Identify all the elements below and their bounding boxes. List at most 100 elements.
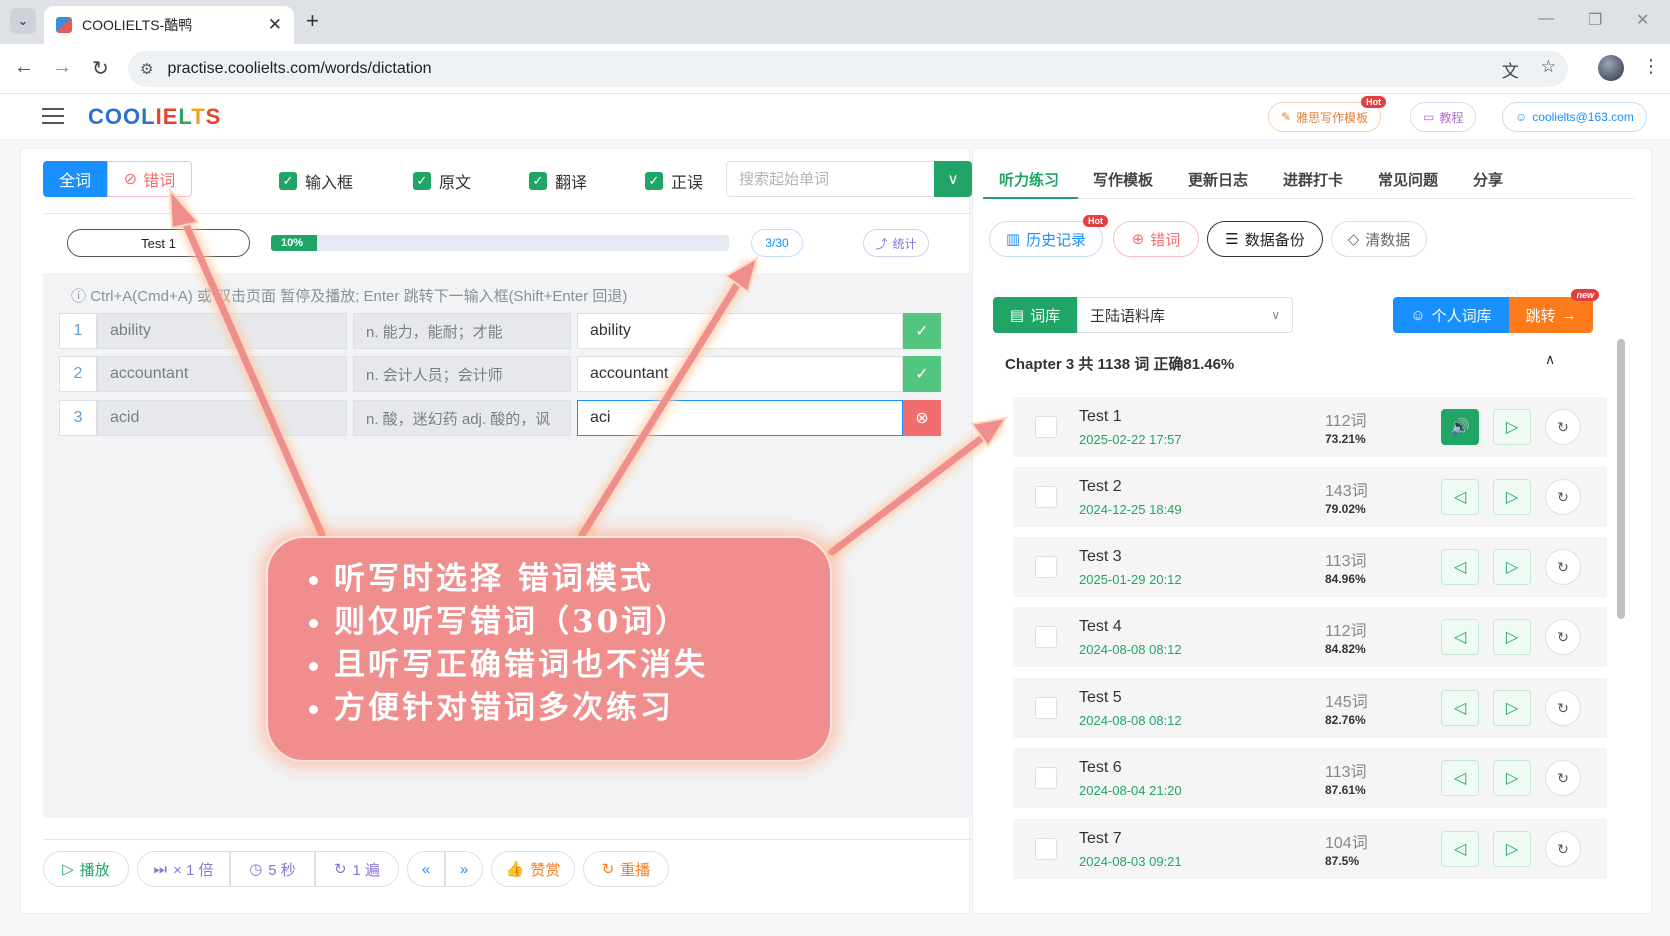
file-play-icon[interactable]: ▷ xyxy=(1493,619,1531,655)
library-label-button[interactable]: ▤ 词库 xyxy=(993,297,1077,333)
speaker-icon[interactable]: ◁ xyxy=(1441,619,1479,655)
test-date: 2024-08-03 09:21 xyxy=(1079,854,1182,869)
start-word-search-input[interactable] xyxy=(726,161,954,197)
checkbox-original[interactable]: ✓ 原文 xyxy=(413,169,471,193)
file-play-icon[interactable]: ▷ xyxy=(1493,479,1531,515)
translate-icon[interactable]: 文 xyxy=(1502,57,1519,82)
restore-icon[interactable]: ❐ xyxy=(1588,10,1602,30)
chevron-up-icon[interactable]: ∧ xyxy=(1545,351,1555,368)
speaker-icon[interactable]: 🔊 xyxy=(1441,409,1479,445)
test-selector[interactable]: Test 1 xyxy=(67,229,250,257)
jump-label: 跳转 xyxy=(1525,307,1556,325)
all-words-button[interactable]: 全词 xyxy=(43,161,107,197)
jump-button[interactable]: 跳转 → new xyxy=(1509,289,1599,333)
test-item[interactable]: Test 2 2024-12-25 18:49 143词 79.02% ◁ ▷ ↻ xyxy=(1013,467,1607,527)
profile-avatar[interactable] xyxy=(1598,55,1624,81)
test-checkbox[interactable] xyxy=(1035,556,1057,578)
clear-data-button[interactable]: ◇ 清数据 xyxy=(1331,221,1427,257)
speaker-icon[interactable]: ◁ xyxy=(1441,760,1479,796)
tutorial-button[interactable]: ▭ 教程 xyxy=(1410,102,1477,132)
coolielts-logo[interactable]: COOLIELTS xyxy=(88,104,221,130)
file-play-icon[interactable]: ▷ xyxy=(1493,831,1531,867)
test-word-count: 112词 xyxy=(1325,413,1367,430)
interval-button[interactable]: ◷ 5 秒 xyxy=(230,851,315,887)
answer-input[interactable] xyxy=(577,400,903,436)
speaker-icon[interactable]: ◁ xyxy=(1441,831,1479,867)
tab-listening[interactable]: 听力练习 xyxy=(999,169,1059,190)
wrong-words-button[interactable]: ⊘ 错词 xyxy=(107,161,192,197)
refresh-icon[interactable]: ↻ xyxy=(1545,549,1581,585)
test-checkbox[interactable] xyxy=(1035,838,1057,860)
backup-button[interactable]: ☰ 数据备份 xyxy=(1207,221,1323,257)
site-info-icon[interactable]: ⚙ xyxy=(140,60,153,78)
refresh-icon[interactable]: ↻ xyxy=(1545,760,1581,796)
test-item[interactable]: Test 3 2025-01-29 20:12 113词 84.96% ◁ ▷ ↻ xyxy=(1013,537,1607,597)
refresh-icon[interactable]: ↻ xyxy=(1545,831,1581,867)
file-play-icon[interactable]: ▷ xyxy=(1493,690,1531,726)
test-checkbox[interactable] xyxy=(1035,416,1057,438)
search-dropdown-button[interactable]: ∨ xyxy=(934,161,972,197)
file-play-icon[interactable]: ▷ xyxy=(1493,549,1531,585)
refresh-icon[interactable]: ↻ xyxy=(1545,409,1581,445)
reload-icon[interactable]: ↻ xyxy=(92,56,109,81)
refresh-icon[interactable]: ↻ xyxy=(1545,619,1581,655)
tab-writing[interactable]: 写作模板 xyxy=(1093,169,1153,190)
test-checkbox[interactable] xyxy=(1035,626,1057,648)
writing-template-button[interactable]: ✎ 雅思写作模板 Hot xyxy=(1268,96,1387,132)
url-field[interactable]: ⚙ practise.coolielts.com/words/dictation… xyxy=(128,51,1568,87)
file-play-icon[interactable]: ▷ xyxy=(1493,760,1531,796)
tab-search-button[interactable]: ⌄ xyxy=(10,8,36,34)
repeat-button[interactable]: ↻ 1 遍 xyxy=(315,851,399,887)
next-button[interactable]: » xyxy=(445,851,483,887)
like-button[interactable]: 👍 赞赏 xyxy=(491,851,575,887)
forward-icon[interactable]: → xyxy=(52,56,72,79)
test-checkbox[interactable] xyxy=(1035,767,1057,789)
tab-share[interactable]: 分享 xyxy=(1473,169,1503,190)
new-tab-icon[interactable]: + xyxy=(306,8,319,34)
user-icon: ☺ xyxy=(1410,306,1426,324)
library-select[interactable]: 王陆语料库 ∨ xyxy=(1077,297,1293,333)
play-button[interactable]: ▷ 播放 xyxy=(43,851,129,887)
stats-button[interactable]: ⤴ 统计 xyxy=(863,229,929,257)
tab-checkin[interactable]: 进群打卡 xyxy=(1283,169,1343,190)
test-checkbox[interactable] xyxy=(1035,697,1057,719)
test-item[interactable]: Test 6 2024-08-04 21:20 113词 87.61% ◁ ▷ ↻ xyxy=(1013,748,1607,808)
speed-button[interactable]: ⏭ × 1 倍 xyxy=(137,851,230,887)
tab-faq[interactable]: 常见问题 xyxy=(1378,169,1438,190)
checkbox-input-box[interactable]: ✓ 输入框 xyxy=(279,169,353,193)
browser-menu-icon[interactable]: ⋮ xyxy=(1642,56,1660,77)
test-item[interactable]: Test 7 2024-08-03 09:21 104词 87.5% ◁ ▷ ↻ xyxy=(1013,819,1607,879)
answer-input[interactable] xyxy=(577,356,903,392)
speaker-icon[interactable]: ◁ xyxy=(1441,479,1479,515)
history-button[interactable]: ▥ 历史记录 Hot xyxy=(989,215,1108,257)
scrollbar[interactable] xyxy=(1617,339,1625,619)
test-item[interactable]: Test 4 2024-08-08 08:12 112词 84.82% ◁ ▷ ↻ xyxy=(1013,607,1607,667)
test-name: Test 6 xyxy=(1079,759,1122,776)
history-label: 历史记录 xyxy=(1026,231,1087,249)
user-account-button[interactable]: ☺ coolielts@163.com xyxy=(1502,102,1647,132)
file-play-icon[interactable]: ▷ xyxy=(1493,409,1531,445)
refresh-icon[interactable]: ↻ xyxy=(1545,690,1581,726)
minimize-icon[interactable]: — xyxy=(1538,10,1554,28)
close-tab-icon[interactable]: ✕ xyxy=(268,15,282,35)
checkbox-translation[interactable]: ✓ 翻译 xyxy=(529,169,587,193)
personal-library-button[interactable]: ☺ 个人词库 xyxy=(1393,297,1509,333)
bookmark-star-icon[interactable]: ☆ xyxy=(1541,57,1556,82)
hamburger-menu-icon[interactable] xyxy=(42,108,64,124)
checkbox-correctness[interactable]: ✓ 正误 xyxy=(645,169,703,193)
test-item[interactable]: Test 1 2025-02-22 17:57 112词 73.21% 🔊 ▷ ↻ xyxy=(1013,397,1607,457)
close-window-icon[interactable]: ✕ xyxy=(1636,10,1649,30)
answer-input[interactable] xyxy=(577,313,903,349)
back-icon[interactable]: ← xyxy=(14,56,34,79)
speaker-icon[interactable]: ◁ xyxy=(1441,690,1479,726)
test-checkbox[interactable] xyxy=(1035,486,1057,508)
user-email: coolielts@163.com xyxy=(1532,110,1634,124)
tab-changelog[interactable]: 更新日志 xyxy=(1188,169,1248,190)
wrong-words-pill[interactable]: ⊕ 错词 xyxy=(1113,221,1199,257)
replay-button[interactable]: ↻ 重播 xyxy=(583,851,669,887)
refresh-icon[interactable]: ↻ xyxy=(1545,479,1581,515)
test-item[interactable]: Test 5 2024-08-08 08:12 145词 82.76% ◁ ▷ ↻ xyxy=(1013,678,1607,738)
speaker-icon[interactable]: ◁ xyxy=(1441,549,1479,585)
browser-tab[interactable]: COOLIELTS-酷鸭 ✕ xyxy=(44,6,294,44)
prev-button[interactable]: « xyxy=(407,851,445,887)
